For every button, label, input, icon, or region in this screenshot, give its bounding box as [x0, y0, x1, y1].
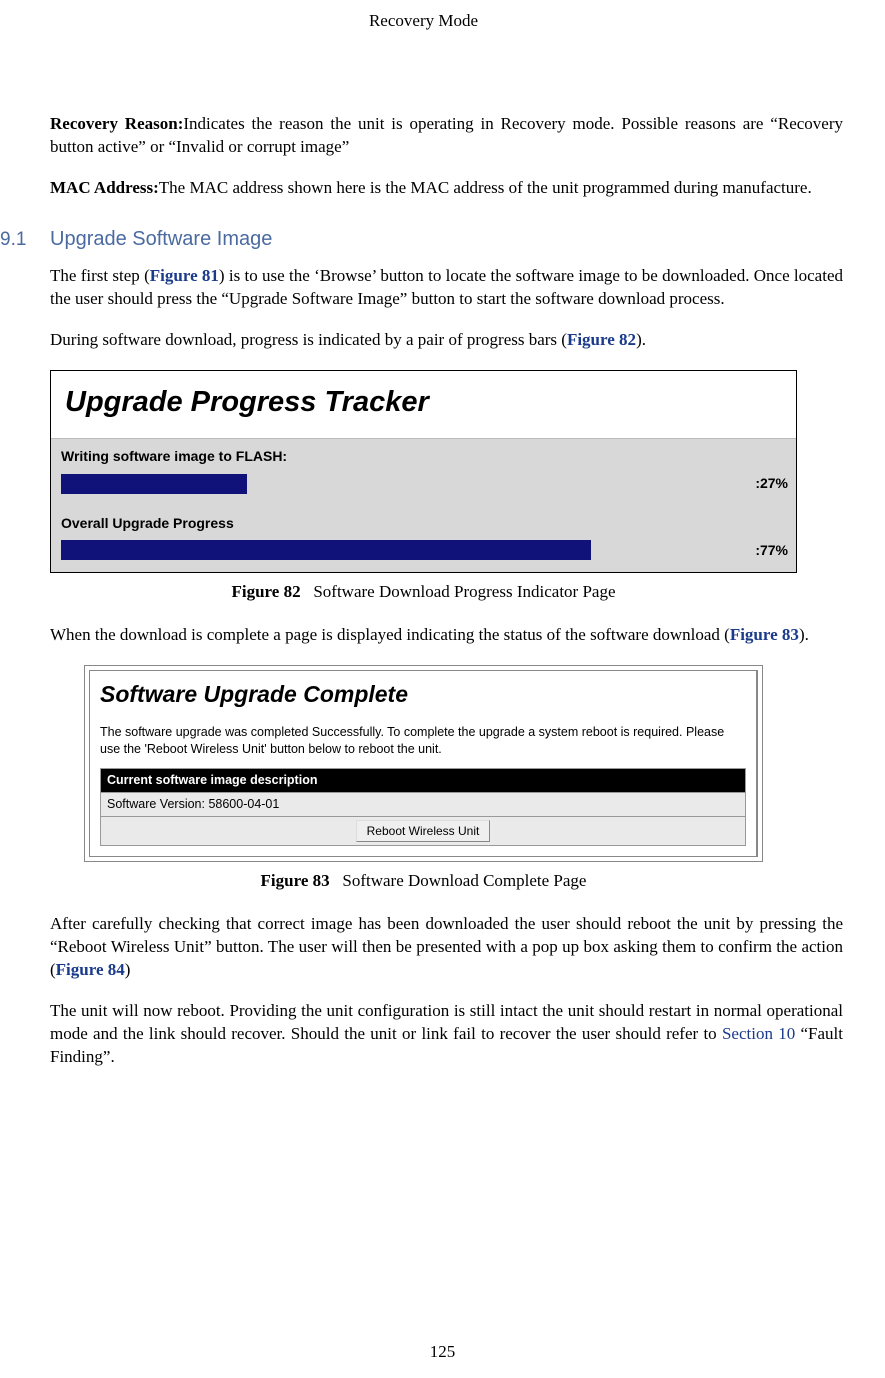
paragraph: During software download, progress is in… [50, 329, 843, 352]
page-number: 125 [0, 1341, 885, 1364]
def-label: Recovery Reason: [50, 114, 183, 133]
table-header: Current software image description [101, 769, 746, 793]
def-text: The MAC address shown here is the MAC ad… [159, 178, 812, 197]
figure-83-upgrade-complete: Software Upgrade Complete The software u… [84, 665, 763, 862]
text-run: ) [125, 960, 131, 979]
button-row: Reboot Wireless Unit [101, 816, 746, 845]
caption-text: Software Download Progress Indicator Pag… [313, 582, 615, 601]
text-run: When the download is complete a page is … [50, 625, 730, 644]
figure-ref-83[interactable]: Figure 83 [730, 625, 799, 644]
paragraph: When the download is complete a page is … [50, 624, 843, 647]
caption-label: Figure 82 [231, 582, 300, 601]
upgrade-complete-message: The software upgrade was completed Succe… [100, 724, 746, 758]
figure-82-progress-tracker: Upgrade Progress Tracker Writing softwar… [50, 370, 797, 574]
figure-ref-84[interactable]: Figure 84 [56, 960, 125, 979]
section-title: Upgrade Software Image [50, 226, 272, 253]
paragraph: The first step (Figure 81) is to use the… [50, 265, 843, 311]
figure-82-caption: Figure 82 Software Download Progress Ind… [0, 581, 847, 604]
figure-83-caption: Figure 83 Software Download Complete Pag… [0, 870, 847, 893]
text-run: The first step ( [50, 266, 150, 285]
progress-fill [61, 540, 591, 560]
progress-tracker-title: Upgrade Progress Tracker [51, 371, 796, 438]
def-recovery-reason: Recovery Reason:Indicates the reason the… [50, 113, 843, 159]
figure-ref-82[interactable]: Figure 82 [567, 330, 636, 349]
section-heading: 9.1 Upgrade Software Image [0, 226, 847, 253]
software-version-cell: Software Version: 58600-04-01 [101, 793, 746, 817]
reboot-wireless-unit-button[interactable]: Reboot Wireless Unit [356, 820, 491, 842]
upgrade-complete-title: Software Upgrade Complete [100, 679, 746, 710]
paragraph: The unit will now reboot. Providing the … [50, 1000, 843, 1069]
paragraph: After carefully checking that correct im… [50, 913, 843, 982]
progress-percent-overall: :77% [755, 541, 788, 560]
section-number: 9.1 [0, 227, 50, 253]
text-run: After carefully checking that correct im… [50, 914, 843, 979]
def-label: MAC Address: [50, 178, 159, 197]
progress-label-overall: Overall Upgrade Progress [51, 506, 796, 541]
progress-bar-overall [61, 540, 749, 560]
running-header: Recovery Mode [0, 0, 847, 113]
figure-ref-81[interactable]: Figure 81 [150, 266, 219, 285]
text-run: During software download, progress is in… [50, 330, 567, 349]
def-mac-address: MAC Address:The MAC address shown here i… [50, 177, 843, 200]
progress-fill [61, 474, 247, 494]
software-description-table: Current software image description Softw… [100, 768, 746, 846]
section-ref-10[interactable]: Section 10 [722, 1024, 795, 1043]
caption-label: Figure 83 [261, 871, 330, 890]
text-run: ). [636, 330, 646, 349]
progress-percent-flash: :27% [755, 474, 788, 493]
caption-text: Software Download Complete Page [342, 871, 586, 890]
progress-bar-flash [61, 474, 749, 494]
text-run: ). [799, 625, 809, 644]
progress-label-flash: Writing software image to FLASH: [51, 439, 796, 474]
